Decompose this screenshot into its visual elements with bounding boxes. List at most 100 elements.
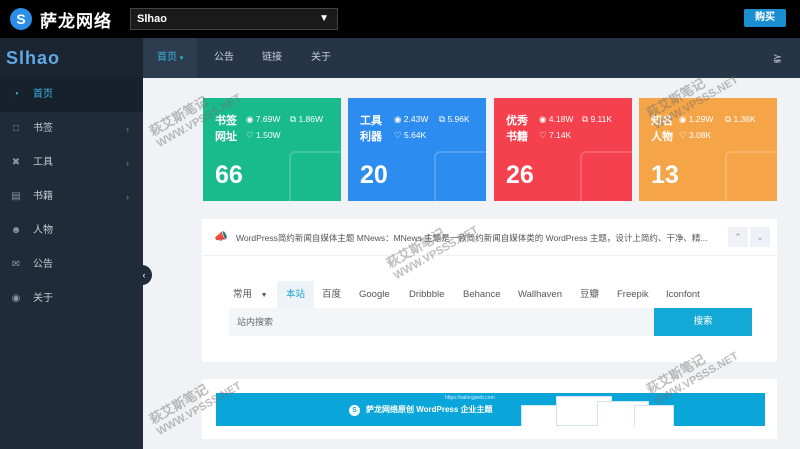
sidebar-item-label: 关于 <box>33 293 53 304</box>
sidebar-item-about[interactable]: ◉ 关于 <box>0 282 143 316</box>
sidebar-item-label: 工具 <box>33 157 53 168</box>
card-title: 工具 <box>360 115 382 127</box>
sidebar-item-home[interactable]: ◔ 首页 <box>0 78 143 112</box>
ad-banner[interactable]: https://salongweb.com S 萨龙网络原创 WordPress… <box>216 393 765 426</box>
buy-button[interactable]: 购买 <box>744 9 786 27</box>
stat-card-books[interactable]: 优秀 书籍 ◉ 4.18W ⧉ 9.11K ♡ 7.14K 26 <box>494 98 632 201</box>
card-shares: ⧉ 9.11K <box>582 114 613 124</box>
sidebar-brand[interactable]: Slhao <box>0 38 143 78</box>
stat-card-people[interactable]: 知名 人物 ◉ 1.29W ⧉ 1.36K ♡ 3.08K 13 <box>639 98 777 201</box>
card-title: 知名 <box>651 115 673 127</box>
banner-url: https://salongweb.com <box>445 395 495 401</box>
card-decoration <box>289 151 341 201</box>
eye-icon: ◉ <box>246 114 254 124</box>
card-shares: ⧉ 5.96K <box>439 114 470 124</box>
chevron-right-icon: › <box>126 158 129 168</box>
card-subtitle: 书籍 <box>506 131 528 143</box>
news-next-button[interactable]: ⌄ <box>750 227 770 247</box>
card-decoration <box>725 151 777 201</box>
card-subtitle: 网址 <box>215 131 237 143</box>
share-out-icon: ⧉ <box>439 114 446 124</box>
stat-card-bookmarks[interactable]: 书签 网址 ◉ 7.69W ⧉ 1.86W ♡ 1.50W 66 <box>203 98 341 201</box>
card-decoration <box>580 151 632 201</box>
nav-tab-home[interactable]: 首页 ▾ <box>143 38 198 78</box>
search-tab-iconfont[interactable]: Iconfont <box>666 281 700 309</box>
search-category-select[interactable]: 常用 ▼ <box>233 281 268 309</box>
card-count: 66 <box>215 161 243 189</box>
search-tab-baidu[interactable]: 百度 <box>322 281 341 309</box>
sidebar-item-label: 首页 <box>33 89 53 100</box>
news-search-panel: 📣 WordPress简约新闻自媒体主题 MNews：MNews 主题是一款简约… <box>202 219 777 362</box>
card-shares: ⧉ 1.36K <box>725 114 756 124</box>
banner-logo-icon: S <box>349 405 360 416</box>
eye-icon: ◉ <box>679 114 687 124</box>
news-prev-button[interactable]: ⌃ <box>728 227 748 247</box>
sidebar-item-bookmarks[interactable]: □ 书签 › <box>0 112 143 146</box>
top-bar: S 萨龙网络 Slhao ▼ 购买 <box>0 0 800 38</box>
nav-tab-notice[interactable]: 公告 <box>214 38 234 78</box>
search-tab-dribbble[interactable]: Dribbble <box>409 281 444 309</box>
sidebar-item-label: 书籍 <box>33 191 53 202</box>
heart-icon: ♡ <box>679 130 687 140</box>
search-button[interactable]: 搜索 <box>654 308 752 336</box>
logo-icon[interactable]: S <box>10 8 32 30</box>
search-input[interactable]: 站内搜索 <box>229 308 654 336</box>
card-likes: ♡ 7.14K <box>539 130 572 140</box>
card-likes: ♡ 3.08K <box>679 130 712 140</box>
sidebar-item-notice[interactable]: ✉ 公告 <box>0 248 143 282</box>
search-category-value: 常用 <box>233 289 253 300</box>
chevron-right-icon: › <box>126 192 129 202</box>
heart-icon: ♡ <box>394 130 402 140</box>
sidebar-item-tools[interactable]: ✖ 工具 › <box>0 146 143 180</box>
sidebar-item-books[interactable]: ▤ 书籍 › <box>0 180 143 214</box>
search-tab-site[interactable]: 本站 <box>277 281 315 309</box>
news-ticker: 📣 WordPress简约新闻自媒体主题 MNews：MNews 主题是一款简约… <box>202 219 777 256</box>
search-tab-wallhaven[interactable]: Wallhaven <box>518 281 562 309</box>
eye-icon: ◉ <box>539 114 547 124</box>
caret-down-icon: ▼ <box>260 292 268 299</box>
card-title: 书签 <box>215 115 237 127</box>
card-views: ◉ 1.29W <box>679 114 714 124</box>
dashboard-icon: ◔ <box>12 89 20 100</box>
sidebar-item-label: 书签 <box>33 123 53 134</box>
nav-bar: 首页 ▾ 公告 链接 关于 ⪶ <box>143 38 800 78</box>
user-icon: ☻ <box>10 225 22 236</box>
card-likes: ♡ 5.64K <box>394 130 427 140</box>
bookmark-icon: □ <box>12 123 20 134</box>
stat-card-tools[interactable]: 工具 利器 ◉ 2.43W ⧉ 5.96K ♡ 5.64K 20 <box>348 98 486 201</box>
search-tab-freepik[interactable]: Freepik <box>617 281 649 309</box>
heart-icon: ♡ <box>246 130 254 140</box>
share-icon[interactable]: ⪶ <box>773 38 782 78</box>
sidebar: Slhao ◔ 首页 □ 书签 › ✖ 工具 › ▤ 书籍 › ☻ 人物 ✉ 公… <box>0 38 143 449</box>
book-icon: ▤ <box>11 191 21 202</box>
search-tab-douban[interactable]: 豆瓣 <box>580 281 599 309</box>
sidebar-collapse-button[interactable]: ‹ <box>136 265 152 285</box>
card-subtitle: 利器 <box>360 131 382 143</box>
nav-tab-links[interactable]: 链接 <box>262 38 282 78</box>
card-subtitle: 人物 <box>651 131 673 143</box>
sidebar-item-people[interactable]: ☻ 人物 <box>0 214 143 248</box>
banner-screenshot <box>634 405 674 426</box>
card-shares: ⧉ 1.86W <box>290 114 324 124</box>
card-count: 26 <box>506 161 534 189</box>
share-out-icon: ⧉ <box>582 114 589 124</box>
caret-down-icon: ▾ <box>179 55 184 62</box>
banner-panel: https://salongweb.com S 萨龙网络原创 WordPress… <box>202 379 777 439</box>
eye-icon: ◉ <box>394 114 402 124</box>
site-select-value: Slhao <box>137 13 167 25</box>
chevron-right-icon: › <box>126 124 129 134</box>
chevron-down-icon: ▼ <box>319 13 329 24</box>
search-tab-behance[interactable]: Behance <box>463 281 501 309</box>
mail-icon: ✉ <box>11 259 21 270</box>
nav-tab-about[interactable]: 关于 <box>311 38 331 78</box>
site-select[interactable]: Slhao ▼ <box>130 8 338 30</box>
card-title: 优秀 <box>506 115 528 127</box>
search-tab-google[interactable]: Google <box>359 281 390 309</box>
tools-icon: ✖ <box>11 157 21 168</box>
logo-text[interactable]: 萨龙网络 <box>40 7 112 32</box>
heart-icon: ♡ <box>539 130 547 140</box>
sidebar-item-label: 人物 <box>33 225 53 236</box>
news-text[interactable]: WordPress简约新闻自媒体主题 MNews：MNews 主题是一款简约新闻… <box>236 232 707 244</box>
megaphone-icon: 📣 <box>214 231 228 243</box>
nav-tab-label: 首页 <box>157 52 177 63</box>
